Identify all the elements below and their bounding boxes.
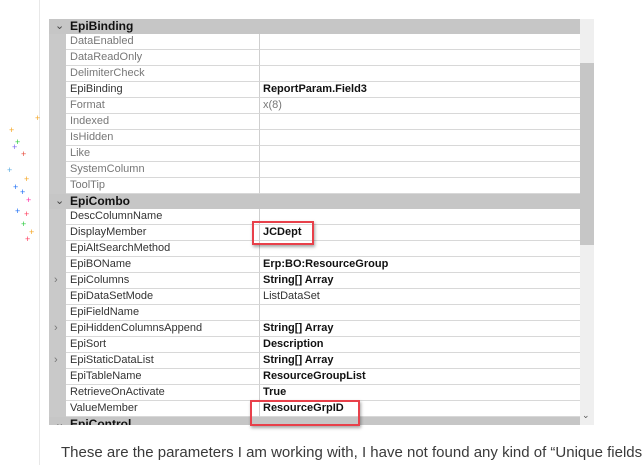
- property-row[interactable]: DisplayMember JCDept: [49, 225, 580, 241]
- property-name: EpiBinding: [66, 82, 262, 98]
- chevron-right-icon[interactable]: ›: [54, 353, 58, 368]
- property-row[interactable]: DelimiterCheck: [49, 66, 580, 82]
- vertical-scrollbar[interactable]: ⌄: [580, 19, 594, 425]
- property-name: ToolTip: [66, 178, 262, 194]
- property-row[interactable]: EpiDataSetMode ListDataSet: [49, 289, 580, 305]
- property-name: ValueMember: [66, 401, 262, 417]
- page-divider: [39, 0, 40, 465]
- property-row[interactable]: DataReadOnly: [49, 50, 580, 66]
- property-name: RetrieveOnActivate: [66, 385, 262, 401]
- property-row[interactable]: SystemColumn: [49, 162, 580, 178]
- category-label: EpiBinding: [70, 19, 134, 33]
- property-value[interactable]: Description: [259, 337, 580, 353]
- category-label: EpiCombo: [70, 194, 130, 208]
- property-value[interactable]: True: [259, 385, 580, 401]
- property-value[interactable]: [259, 50, 580, 66]
- property-row[interactable]: IsHidden: [49, 130, 580, 146]
- category-epibinding[interactable]: ⌄ EpiBinding: [49, 19, 580, 34]
- property-name: IsHidden: [66, 130, 262, 146]
- property-row[interactable]: › EpiColumns String[] Array: [49, 273, 580, 289]
- property-name: DelimiterCheck: [66, 66, 262, 82]
- property-row[interactable]: EpiSort Description: [49, 337, 580, 353]
- property-name: Indexed: [66, 114, 262, 130]
- chevron-down-icon[interactable]: ⌄: [55, 194, 67, 209]
- property-value[interactable]: [259, 162, 580, 178]
- highlight-display-member: [252, 221, 314, 245]
- property-value[interactable]: [259, 178, 580, 194]
- property-name: EpiBOName: [66, 257, 262, 273]
- property-name: EpiTableName: [66, 369, 262, 385]
- property-value[interactable]: String[] Array: [259, 321, 580, 337]
- property-row[interactable]: EpiBinding ReportParam.Field3: [49, 82, 580, 98]
- property-row[interactable]: ToolTip: [49, 178, 580, 194]
- property-value[interactable]: [259, 66, 580, 82]
- property-value[interactable]: String[] Array: [259, 273, 580, 289]
- property-value[interactable]: [259, 146, 580, 162]
- chevron-right-icon[interactable]: ›: [54, 273, 58, 288]
- property-value[interactable]: x(8): [259, 98, 580, 114]
- category-epicombo[interactable]: ⌄ EpiCombo: [49, 194, 580, 209]
- scrollbar-thumb[interactable]: [580, 63, 594, 245]
- highlight-value-member: [250, 400, 360, 426]
- property-name: DescColumnName: [66, 209, 262, 225]
- property-row[interactable]: DescColumnName: [49, 209, 580, 225]
- property-name: EpiSort: [66, 337, 262, 353]
- scroll-down-arrow-icon[interactable]: ⌄: [582, 410, 590, 421]
- property-value[interactable]: ReportParam.Field3: [259, 82, 580, 98]
- property-name: DisplayMember: [66, 225, 262, 241]
- property-name: EpiHiddenColumnsAppend: [66, 321, 262, 337]
- property-name: EpiAltSearchMethod: [66, 241, 262, 257]
- chevron-down-icon[interactable]: ⌄: [55, 19, 67, 34]
- property-row[interactable]: › EpiHiddenColumnsAppend String[] Array: [49, 321, 580, 337]
- category-label: EpiControl: [70, 417, 132, 425]
- property-row[interactable]: DataEnabled: [49, 34, 580, 50]
- property-grid[interactable]: ⌄ EpiBinding DataEnabled DataReadOnly Delimi…: [49, 19, 580, 425]
- property-row[interactable]: RetrieveOnActivate True: [49, 385, 580, 401]
- property-name: EpiDataSetMode: [66, 289, 262, 305]
- property-name: EpiFieldName: [66, 305, 262, 321]
- property-row[interactable]: Indexed: [49, 114, 580, 130]
- property-value[interactable]: Erp:BO:ResourceGroup: [259, 257, 580, 273]
- property-name: EpiColumns: [66, 273, 262, 289]
- property-value[interactable]: ListDataSet: [259, 289, 580, 305]
- property-row[interactable]: Format x(8): [49, 98, 580, 114]
- property-name: DataEnabled: [66, 34, 262, 50]
- caption-text: These are the parameters I am working wi…: [61, 444, 642, 461]
- property-row[interactable]: › EpiStaticDataList String[] Array: [49, 353, 580, 369]
- property-name: SystemColumn: [66, 162, 262, 178]
- property-row[interactable]: EpiTableName ResourceGroupList: [49, 369, 580, 385]
- property-value[interactable]: String[] Array: [259, 353, 580, 369]
- chevron-right-icon[interactable]: ›: [54, 321, 58, 336]
- property-value[interactable]: [259, 34, 580, 50]
- property-row[interactable]: EpiAltSearchMethod: [49, 241, 580, 257]
- property-name: Format: [66, 98, 262, 114]
- property-value[interactable]: [259, 114, 580, 130]
- property-row[interactable]: EpiBOName Erp:BO:ResourceGroup: [49, 257, 580, 273]
- property-row[interactable]: EpiFieldName: [49, 305, 580, 321]
- property-name: EpiStaticDataList: [66, 353, 262, 369]
- property-name: Like: [66, 146, 262, 162]
- property-value[interactable]: ResourceGroupList: [259, 369, 580, 385]
- property-value[interactable]: [259, 130, 580, 146]
- property-name: DataReadOnly: [66, 50, 262, 66]
- chevron-down-icon[interactable]: ⌄: [55, 417, 67, 425]
- property-row[interactable]: Like: [49, 146, 580, 162]
- property-value[interactable]: [259, 305, 580, 321]
